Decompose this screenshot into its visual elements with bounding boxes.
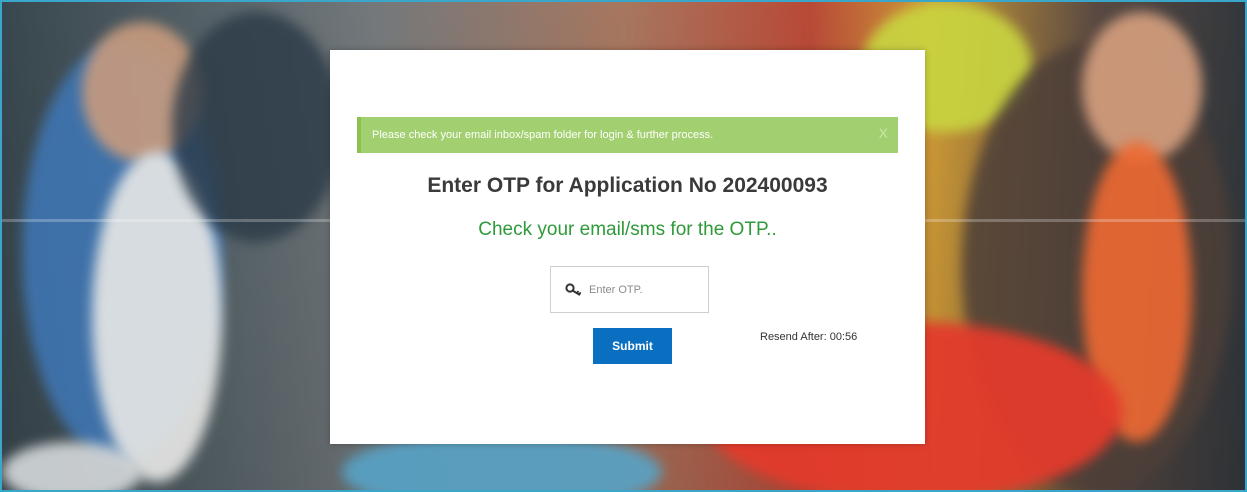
modal-title: Enter OTP for Application No 202400093 <box>427 174 828 197</box>
submit-button[interactable]: Submit <box>593 328 672 364</box>
alert-message: Please check your email inbox/spam folde… <box>372 129 714 141</box>
alert-close-button[interactable]: X <box>879 125 888 141</box>
otp-field[interactable] <box>550 266 709 313</box>
modal-subtitle: Check your email/sms for the OTP.. <box>478 219 777 240</box>
info-alert: Please check your email inbox/spam folde… <box>357 117 898 153</box>
page-frame: Please check your email inbox/spam folde… <box>0 0 1247 492</box>
resend-timer: Resend After: 00:56 <box>760 331 858 343</box>
key-icon <box>565 282 582 296</box>
otp-modal: Please check your email inbox/spam folde… <box>330 50 925 444</box>
otp-input[interactable] <box>589 283 699 296</box>
